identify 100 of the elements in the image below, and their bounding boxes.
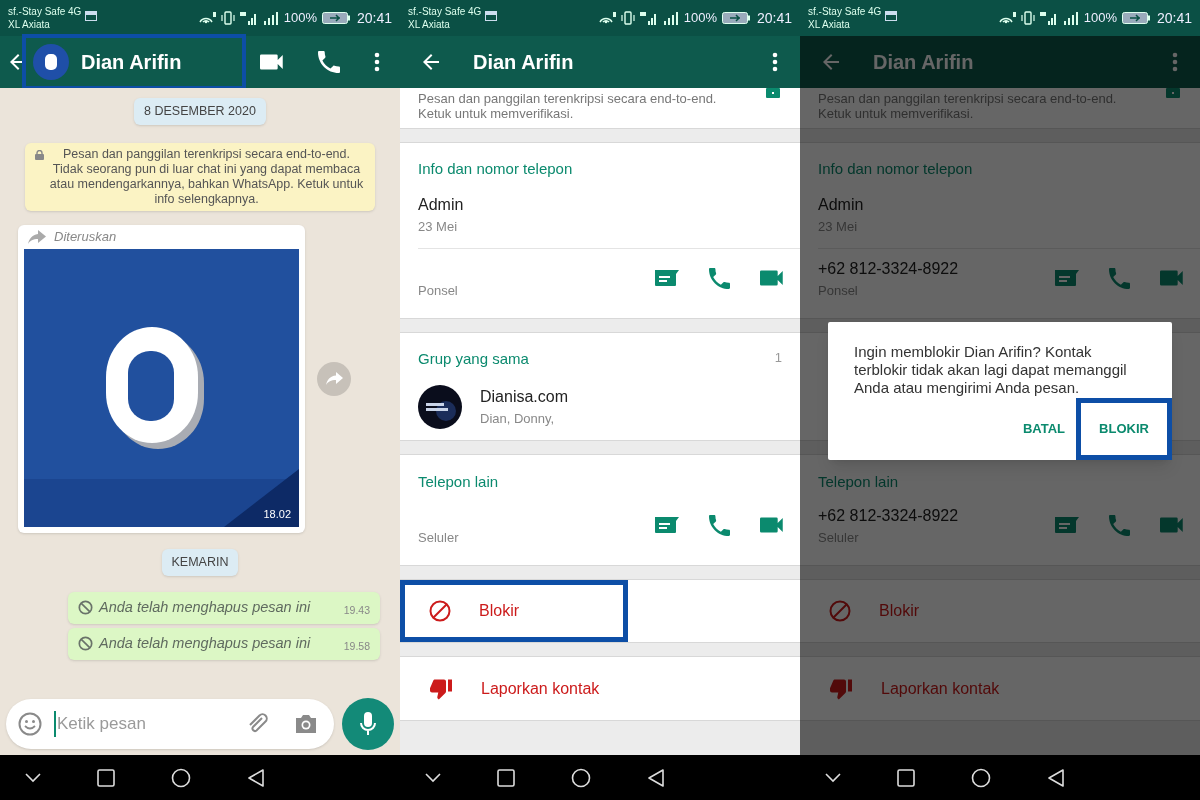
- phone-number[interactable]: +62 812-3324-8922: [818, 256, 959, 281]
- group-avatar[interactable]: [418, 384, 462, 429]
- signal-icon: [239, 11, 258, 25]
- screen-icon: [85, 11, 98, 21]
- dialog-button[interactable]: BATAL: [1012, 398, 1076, 460]
- battery-icon: [721, 12, 750, 24]
- thumbs-down-icon: [429, 677, 453, 700]
- deleted-message-text: Anda telah menghapus pesan ini: [99, 633, 311, 653]
- recent-apps-icon[interactable]: [97, 768, 115, 787]
- signal-icon: [639, 11, 658, 25]
- more-options-icon[interactable]: [374, 52, 380, 72]
- group-count: 1: [774, 349, 782, 367]
- phone-type: Seluler: [418, 528, 459, 547]
- recent-apps-icon[interactable]: [497, 768, 515, 787]
- emoji-icon[interactable]: [18, 712, 42, 736]
- vibrate-icon: [220, 11, 235, 25]
- back-icon[interactable]: [247, 767, 265, 788]
- network-name: XL Axiata: [8, 18, 51, 31]
- home-icon[interactable]: [971, 767, 991, 788]
- signal-icon: [662, 11, 679, 25]
- home-icon[interactable]: [571, 767, 591, 788]
- message-time: 18.02: [263, 507, 291, 523]
- battery-percent: 100%: [283, 9, 317, 28]
- message-icon[interactable]: [655, 516, 679, 534]
- phone-icon[interactable]: [318, 51, 340, 73]
- deleted-message[interactable]: Anda telah menghapus pesan ini 19.58: [68, 627, 380, 660]
- network-name: XL Axiata: [808, 18, 851, 31]
- dialog-button[interactable]: BLOKIR: [1076, 398, 1172, 460]
- forwarded-label: Diteruskan: [54, 228, 117, 246]
- block-icon: [829, 600, 851, 622]
- qr-code-icon[interactable]: [766, 88, 780, 98]
- avatar[interactable]: [33, 44, 69, 80]
- vibrate-icon: [1020, 11, 1035, 25]
- hotspot-icon: [197, 12, 216, 24]
- block-option[interactable]: Blokir: [879, 599, 919, 623]
- battery-icon: [321, 12, 350, 24]
- message-icon[interactable]: [1055, 516, 1079, 534]
- signal-icon: [1039, 11, 1058, 25]
- report-option[interactable]: Laporkan kontak: [481, 676, 600, 701]
- report-option[interactable]: Laporkan kontak: [881, 676, 1000, 701]
- encryption-text[interactable]: Pesan dan panggilan terenkripsi secara end-to-end. Ketuk untuk memverifikasi.: [418, 91, 748, 121]
- section-title: Info dan nomor telepon: [818, 159, 974, 179]
- block-option[interactable]: Blokir: [479, 599, 519, 623]
- signal-icon: [1062, 11, 1079, 25]
- thumbs-down-icon: [829, 677, 853, 700]
- chevron-down-icon[interactable]: [425, 772, 441, 783]
- qr-code-icon[interactable]: [1166, 88, 1180, 98]
- signal-icon: [262, 11, 279, 25]
- carrier-name: sf.-Stay Safe 4G: [8, 5, 82, 18]
- lock-icon: [35, 149, 44, 160]
- blocked-icon: [78, 600, 93, 615]
- message-field[interactable]: Ketik pesan: [54, 711, 234, 737]
- group-name[interactable]: Dianisa.com: [480, 384, 569, 409]
- screen-icon: [885, 11, 898, 21]
- contact-name: Dian Arifin: [873, 50, 974, 75]
- screen-icon: [485, 11, 498, 21]
- section-title: Info dan nomor telepon: [418, 159, 574, 179]
- battery-icon: [1121, 12, 1150, 24]
- message-time: 19.43: [343, 602, 370, 618]
- block-icon: [429, 600, 451, 622]
- camera-icon[interactable]: [294, 713, 318, 735]
- section-title: Grup yang sama: [418, 349, 529, 369]
- dialog-message: Ingin memblokir Dian Arifin? Kontak terblokir tidak akan lagi dapat memanggil Anda atau mengirimi Anda pesan.: [853, 342, 1128, 397]
- group-members: Dian, Donny,: [480, 409, 556, 428]
- encryption-notice[interactable]: Pesan dan panggilan terenkripsi secara end-to-end. Tidak seorang pun di luar chat ini yang dapat membaca atau mendengarkannya, bahkan WhatsApp. Ketuk untuk info selengkapnya.: [25, 142, 375, 211]
- message-input[interactable]: Ketik pesan: [6, 699, 334, 749]
- carrier-name: sf.-Stay Safe 4G: [808, 5, 882, 18]
- deleted-message-text: Anda telah menghapus pesan ini: [99, 597, 311, 617]
- message-icon[interactable]: [655, 269, 679, 287]
- notice-text: Pesan dan panggilan terenkripsi secara end-to-end. Tidak seorang pun di luar chat ini yang dapat membaca atau mendengarkannya, bahkan WhatsApp. Ketuk untuk info selengkapnya.: [48, 146, 365, 207]
- hotspot-icon: [597, 12, 616, 24]
- clock: 20:41: [356, 8, 392, 28]
- about-date: 23 Mei: [418, 217, 459, 236]
- vibrate-icon: [620, 11, 635, 25]
- more-options-icon[interactable]: [772, 52, 778, 72]
- about-text: Admin: [418, 194, 465, 215]
- phone-icon[interactable]: [709, 514, 730, 536]
- forward-icon: [28, 229, 46, 244]
- chevron-down-icon[interactable]: [825, 772, 841, 783]
- microphone-icon: [360, 712, 376, 736]
- phone-icon[interactable]: [709, 267, 730, 289]
- forwarded-image-bubble[interactable]: Diteruskan 18.02: [18, 224, 305, 533]
- back-icon[interactable]: [647, 767, 665, 788]
- contact-name[interactable]: Dian Arifin: [81, 47, 182, 77]
- recent-apps-icon[interactable]: [897, 768, 915, 787]
- microphone-button[interactable]: [342, 698, 394, 750]
- home-icon[interactable]: [171, 767, 191, 788]
- phone-type: Ponsel: [418, 281, 458, 300]
- back-icon[interactable]: [1047, 767, 1065, 788]
- date-chip: 8 DESEMBER 2020: [134, 98, 266, 125]
- deleted-message[interactable]: Anda telah menghapus pesan ini 19.43: [68, 591, 380, 624]
- clock: 20:41: [1156, 8, 1192, 28]
- battery-percent: 100%: [1083, 9, 1117, 28]
- section-title: Telepon lain: [818, 472, 900, 492]
- chevron-down-icon[interactable]: [25, 772, 41, 783]
- message-icon[interactable]: [1055, 269, 1079, 287]
- blocked-icon: [78, 636, 93, 651]
- clock: 20:41: [756, 8, 792, 28]
- phone-number[interactable]: +62 812-3324-8922: [818, 503, 959, 528]
- battery-percent: 100%: [683, 9, 717, 28]
